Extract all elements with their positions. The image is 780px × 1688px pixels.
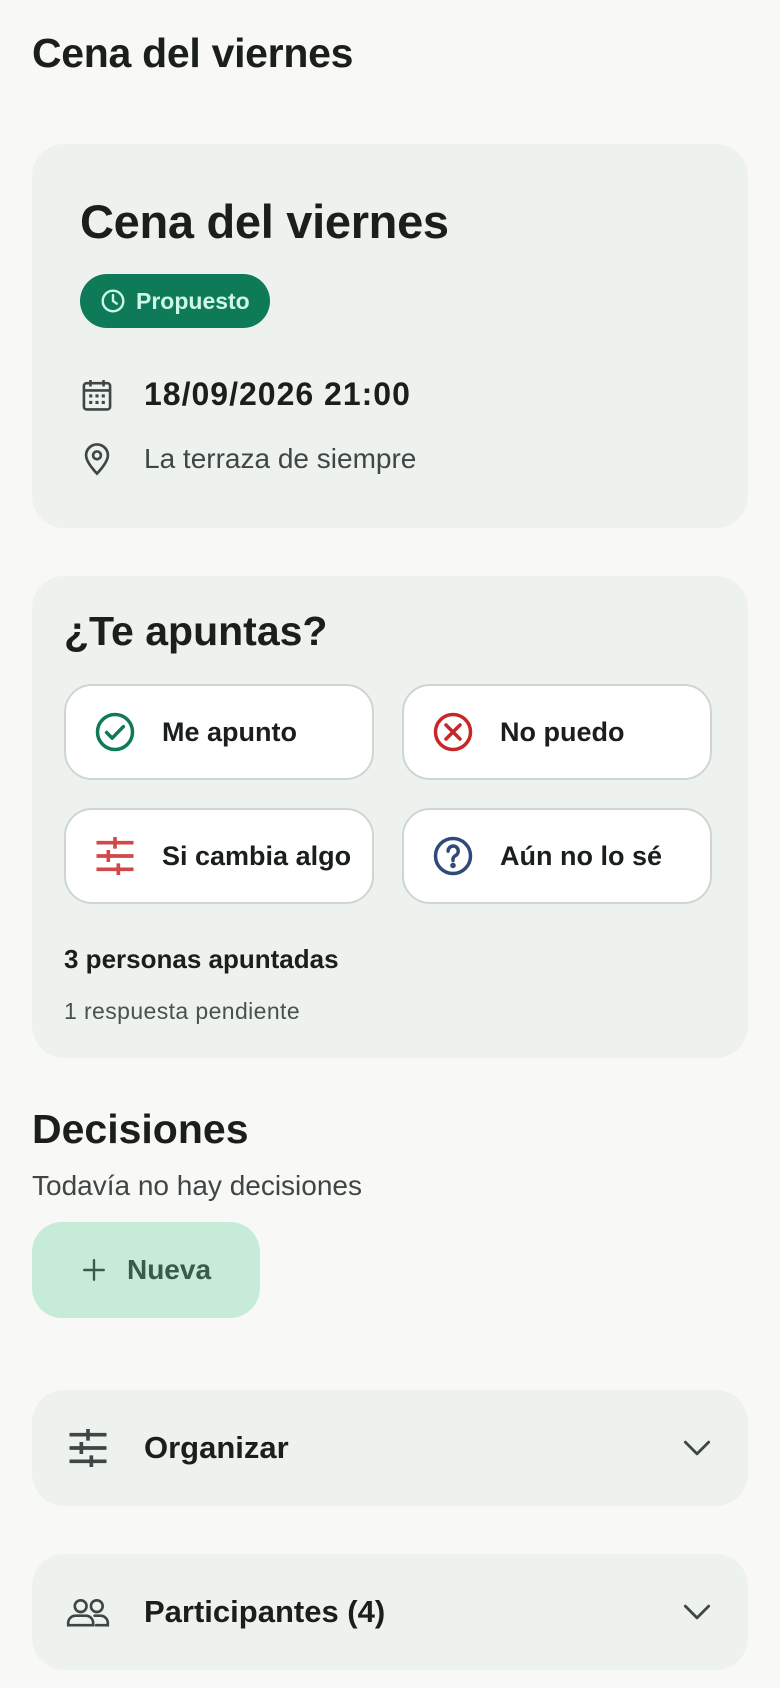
rsvp-yes-label: Me apunto [162, 716, 297, 747]
rsvp-no-label: No puedo [500, 716, 625, 747]
rsvp-count: 3 personas apuntadas [64, 944, 339, 974]
organize-label: Organizar [144, 1430, 289, 1465]
question-circle-icon [432, 835, 474, 877]
location-pin-icon [80, 442, 114, 476]
event-date-row: 18/09/2026 21:00 [80, 376, 411, 413]
page-title: Cena del viernes [32, 30, 354, 76]
x-circle-icon [432, 711, 474, 753]
clock-icon [100, 288, 126, 314]
chevron-down-icon [682, 1597, 712, 1627]
rsvp-pending: 1 respuesta pendiente [64, 998, 301, 1024]
decisions-empty-text: Todavía no hay decisiones [32, 1170, 362, 1201]
rsvp-maybe-label: Si cambia algo [162, 840, 352, 871]
people-icon [66, 1590, 110, 1634]
rsvp-card: ¿Te apuntas? Me apunto No puedo Si cambi… [32, 576, 748, 1058]
check-circle-icon [94, 711, 136, 753]
event-place: La terraza de siempre [144, 443, 417, 474]
tune-icon [66, 1426, 110, 1470]
event-place-row: La terraza de siempre [80, 442, 416, 476]
event-card: Cena del viernes Propuesto 18/09/2026 21… [32, 144, 748, 528]
status-badge: Propuesto [80, 274, 270, 328]
new-decision-button[interactable]: Nueva [32, 1222, 260, 1318]
rsvp-yes-button[interactable]: Me apunto [64, 684, 374, 780]
rsvp-unsure-button[interactable]: Aún no lo sé [402, 808, 712, 904]
calendar-icon [80, 378, 114, 412]
rsvp-maybe-button[interactable]: Si cambia algo [64, 808, 374, 904]
sliders-icon [94, 835, 136, 877]
event-datetime: 18/09/2026 21:00 [144, 376, 411, 412]
organize-section[interactable]: Organizar [32, 1390, 748, 1506]
status-label: Propuesto [136, 287, 250, 314]
plus-icon [81, 1257, 107, 1283]
participants-label: Participantes (4) [144, 1594, 386, 1629]
chevron-down-icon [682, 1433, 712, 1463]
new-decision-label: Nueva [126, 1254, 212, 1285]
rsvp-title: ¿Te apuntas? [64, 608, 328, 654]
rsvp-no-button[interactable]: No puedo [402, 684, 712, 780]
decisions-title: Decisiones [32, 1106, 249, 1152]
event-title: Cena del viernes [80, 195, 449, 248]
participants-section[interactable]: Participantes (4) [32, 1554, 748, 1670]
rsvp-unsure-label: Aún no lo sé [500, 840, 662, 871]
